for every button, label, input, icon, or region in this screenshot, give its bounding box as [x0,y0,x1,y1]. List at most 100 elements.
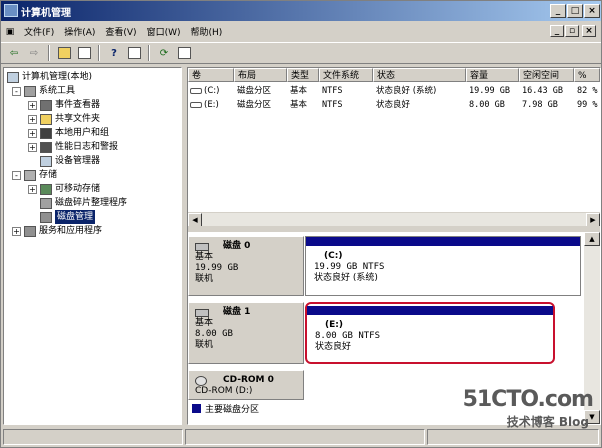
table-cell: 基本 [290,86,308,96]
volume-c-partition[interactable]: (C:) 19.99 GB NTFS 状态良好 (系统) [305,236,581,296]
mdi-close-button[interactable]: × [582,25,596,37]
toolbar-separator [48,45,50,61]
partition-bar [306,237,580,246]
table-cell: 状态良好 [376,100,411,110]
app-icon [4,4,18,17]
tree-item-label: 磁盘管理 [55,210,96,224]
column-header-capacity[interactable]: 容量 [466,68,519,82]
cdrom-icon [195,375,207,386]
disk-type: CD-ROM (D:) [195,386,253,396]
column-header-filesystem[interactable]: 文件系统 [319,68,373,82]
up-folder-icon[interactable] [55,45,73,62]
volume-fs: 8.00 GB NTFS [315,331,381,341]
table-cell: 99 % [577,100,598,110]
expand-icon[interactable]: + [12,226,21,236]
title-bar[interactable]: 计算机管理 [1,1,601,21]
shared-folder-icon [40,113,52,125]
computer-management-window: 计算机管理 _ □ × ▣ 文件(F) 操作(A) 查看(V) 窗口(W) 帮助… [0,0,602,448]
disk-type: 基本 [195,252,214,262]
disk-management-icon [40,211,52,223]
mdi-minimize-button[interactable]: _ [550,25,564,37]
volume-e-partition[interactable]: (E:) 8.00 GB NTFS 状态良好 [305,302,555,364]
menu-action[interactable]: 操作(A) [59,25,100,38]
disk-1-label[interactable]: 磁盘 1 基本 8.00 GB 联机 [188,302,304,364]
tree-item-storage[interactable]: - 存储 [12,168,57,182]
collapse-icon[interactable]: - [12,170,21,180]
tree-item-performance-logs[interactable]: + 性能日志和警报 [28,140,118,154]
tree-item-disk-management[interactable]: 磁盘管理 [40,210,96,224]
menu-view[interactable]: 查看(V) [100,25,141,38]
table-cell: 16.43 GB [522,86,563,96]
table-cell: 磁盘分区 [237,86,272,96]
removable-storage-icon [40,183,52,195]
disk-icon [195,242,209,251]
defragmenter-icon [40,197,52,209]
column-header-status[interactable]: 状态 [373,68,466,82]
storage-icon [24,169,36,181]
expand-icon[interactable]: + [28,114,37,124]
refresh-icon[interactable]: ⟳ [155,45,173,62]
tree-item-removable-storage[interactable]: + 可移动存储 [28,182,100,196]
tree-item-label: 本地用户和组 [55,128,110,138]
horizontal-scrollbar[interactable]: ◀ ▶ [188,212,600,227]
table-cell: 磁盘分区 [237,100,272,110]
show-hide-tree-icon[interactable] [75,45,93,62]
help-icon[interactable]: ? [105,45,123,62]
menu-window[interactable]: 窗口(W) [142,25,186,38]
column-header-percent-free[interactable]: % [574,68,600,82]
menu-file[interactable]: 文件(F) [19,25,59,38]
tree-item-local-users-groups[interactable]: + 本地用户和组 [28,126,109,140]
users-icon [40,127,52,139]
export-list-icon[interactable] [175,45,193,62]
column-header-layout[interactable]: 布局 [234,68,287,82]
close-button[interactable]: × [584,4,600,18]
tree-item-system-tools[interactable]: - 系统工具 [12,84,75,98]
volume-icon [190,87,202,94]
expand-icon[interactable]: + [28,142,37,152]
expand-icon[interactable]: + [28,128,37,138]
tree-item-event-viewer[interactable]: + 事件查看器 [28,98,100,112]
disk-0-label[interactable]: 磁盘 0 基本 19.99 GB 联机 [188,236,304,296]
legend-label: 主要磁盘分区 [205,404,260,415]
partition-bar [307,306,553,315]
table-cell: NTFS [322,100,343,110]
disk-status: 联机 [195,340,214,350]
tree-item-label: 设备管理器 [55,156,101,166]
forward-arrow-icon[interactable]: ⇨ [25,45,43,62]
expand-icon[interactable]: + [28,100,37,110]
tree-item-computer-management[interactable]: 计算机管理(本地) [7,70,92,84]
status-pane [427,429,599,445]
tree-item-services-applications[interactable]: + 服务和应用程序 [12,224,102,238]
event-viewer-icon [40,99,52,111]
expand-icon[interactable]: + [28,184,37,194]
menu-help[interactable]: 帮助(H) [186,25,228,38]
computer-icon [7,71,19,83]
mdi-restore-button[interactable]: ▫ [565,25,579,37]
table-row[interactable]: (E:) [190,98,234,112]
table-cell: 8.00 GB [469,100,505,110]
disk-size: 19.99 GB [195,263,239,273]
status-pane [3,429,183,445]
minimize-button[interactable]: _ [550,4,566,18]
collapse-icon[interactable]: - [12,86,21,96]
legend-swatch [192,403,201,413]
restore-button[interactable]: □ [567,4,583,18]
column-header-type[interactable]: 类型 [287,68,319,82]
scroll-left-icon[interactable]: ◀ [188,213,202,227]
scroll-up-icon[interactable]: ▲ [584,232,600,246]
tree-item-label: 磁盘碎片整理程序 [55,198,128,208]
table-row[interactable]: (C:) [190,84,234,98]
properties-icon[interactable] [125,45,143,62]
mmc-icon[interactable]: ▣ [1,27,19,37]
tree-item-shared-folders[interactable]: + 共享文件夹 [28,112,100,126]
tree-item-disk-defragmenter[interactable]: 磁盘碎片整理程序 [40,196,127,210]
console-tree[interactable]: 计算机管理(本地) - 系统工具 + 事件查看器 + 共享文件夹 + 本地用户和… [3,67,182,425]
column-header-free-space[interactable]: 空闲空间 [519,68,574,82]
volume-letter: (C:) [324,251,343,261]
volume-state: 状态良好 [315,342,352,352]
back-arrow-icon[interactable]: ⇦ [5,45,23,62]
tree-item-device-manager[interactable]: 设备管理器 [40,154,100,168]
cdrom-0-label[interactable]: CD-ROM 0 CD-ROM (D:) [188,370,304,400]
scroll-right-icon[interactable]: ▶ [586,213,600,227]
column-header-volume[interactable]: 卷 [188,68,234,82]
